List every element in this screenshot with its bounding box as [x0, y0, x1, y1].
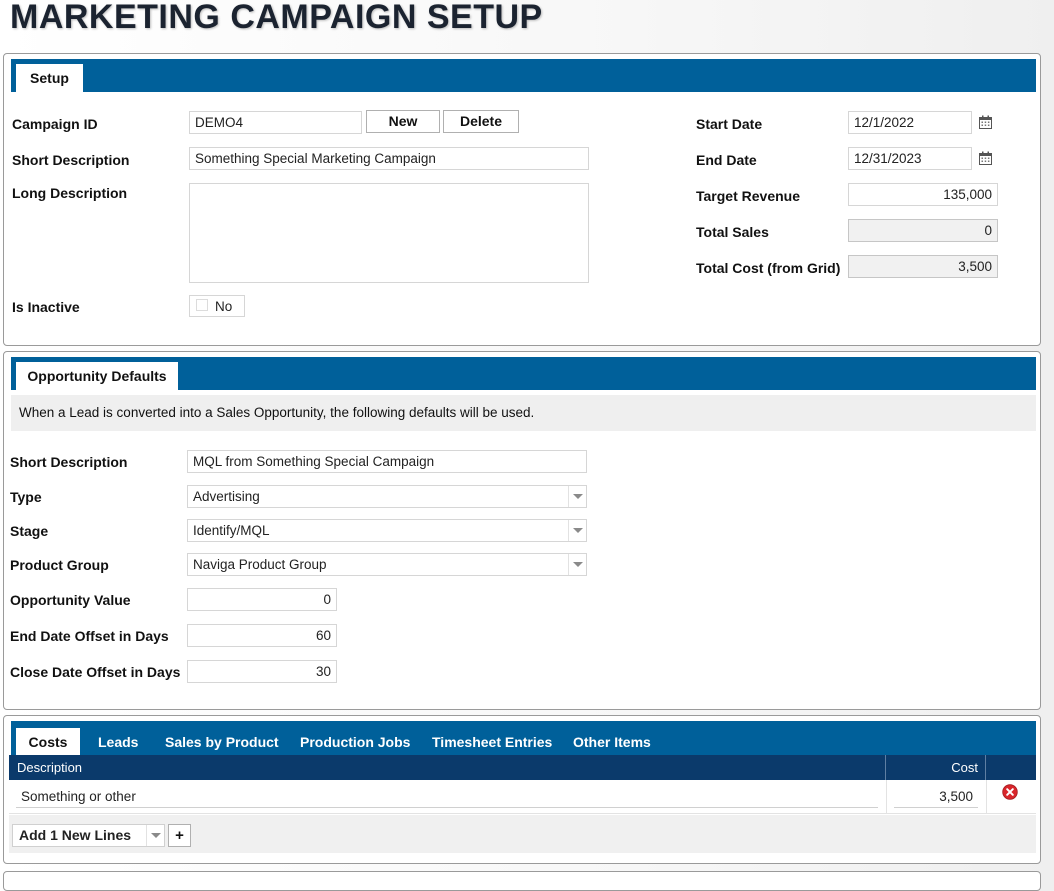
costs-panel: Costs Leads Sales by Product Production …: [3, 715, 1041, 864]
tab-timesheet-entries[interactable]: Timesheet Entries: [432, 728, 552, 756]
page-title: MARKETING CAMPAIGN SETUP: [10, 0, 543, 36]
is-inactive-value: No: [215, 299, 233, 314]
costs-grid-footer: Add 1 New Lines +: [9, 815, 1036, 853]
campaign-id-input[interactable]: DEMO4: [189, 111, 362, 134]
is-inactive-checkbox[interactable]: [196, 299, 208, 311]
calendar-icon[interactable]: [978, 115, 993, 130]
tab-sales-by-product[interactable]: Sales by Product: [165, 728, 279, 756]
column-header-description[interactable]: Description: [9, 755, 886, 780]
campaign-id-label: Campaign ID: [12, 116, 98, 132]
type-label: Type: [10, 489, 42, 505]
stage-label: Stage: [10, 523, 49, 539]
column-header-cost[interactable]: Cost: [886, 755, 986, 780]
setup-tabbar: Setup: [11, 59, 1036, 92]
long-description-label: Long Description: [12, 185, 128, 201]
close-date-offset-input[interactable]: 30: [187, 660, 337, 683]
end-date-label: End Date: [696, 152, 757, 168]
end-date-input[interactable]: 12/31/2023: [848, 147, 972, 170]
long-description-textarea[interactable]: [189, 183, 589, 283]
target-revenue-input[interactable]: 135,000: [848, 183, 998, 206]
setup-panel: Setup Campaign ID DEMO4 New Delete Short…: [3, 53, 1041, 346]
opportunity-value-input[interactable]: 0: [187, 588, 337, 611]
total-sales-value: 0: [848, 219, 998, 242]
is-inactive-label: Is Inactive: [12, 299, 80, 315]
row-description-input[interactable]: Something or other: [16, 786, 878, 808]
chevron-down-icon[interactable]: [568, 486, 586, 507]
tab-opportunity-defaults[interactable]: Opportunity Defaults: [16, 362, 178, 390]
target-revenue-label: Target Revenue: [696, 188, 800, 204]
opportunity-tabbar: Opportunity Defaults: [11, 357, 1036, 390]
stage-select-value: Identify/MQL: [193, 523, 270, 538]
product-group-select-value: Naviga Product Group: [193, 557, 327, 572]
end-date-offset-label: End Date Offset in Days: [10, 628, 169, 644]
tab-costs[interactable]: Costs: [16, 728, 80, 756]
product-group-label: Product Group: [10, 557, 109, 573]
delete-row-icon[interactable]: [1002, 784, 1018, 800]
add-lines-label: Add 1 New Lines: [19, 827, 132, 843]
type-select-value: Advertising: [193, 489, 260, 504]
start-date-label: Start Date: [696, 116, 763, 132]
total-cost-value: 3,500: [848, 255, 998, 278]
chevron-down-icon[interactable]: [568, 554, 586, 575]
tab-leads[interactable]: Leads: [98, 728, 138, 756]
delete-button[interactable]: Delete: [443, 110, 519, 133]
is-inactive-toggle[interactable]: No: [189, 295, 245, 317]
opportunity-info-bar: When a Lead is converted into a Sales Op…: [11, 395, 1036, 431]
start-date-input[interactable]: 12/1/2022: [848, 111, 972, 134]
add-lines-select[interactable]: Add 1 New Lines: [12, 824, 165, 847]
add-lines-button[interactable]: +: [168, 824, 191, 847]
new-button[interactable]: New: [366, 110, 440, 133]
calendar-icon[interactable]: [978, 151, 993, 166]
tab-other-items[interactable]: Other Items: [573, 728, 651, 756]
short-description-label: Short Description: [12, 152, 130, 168]
product-group-select[interactable]: Naviga Product Group: [187, 553, 587, 576]
table-row[interactable]: Something or other 3,500: [9, 780, 1036, 814]
stage-select[interactable]: Identify/MQL: [187, 519, 587, 542]
total-sales-label: Total Sales: [696, 224, 769, 240]
opp-short-description-label: Short Description: [10, 454, 128, 470]
chevron-down-icon[interactable]: [146, 825, 164, 846]
tab-production-jobs[interactable]: Production Jobs: [300, 728, 410, 756]
close-date-offset-label: Close Date Offset in Days: [10, 664, 181, 680]
next-panel-edge: [3, 871, 1041, 891]
type-select[interactable]: Advertising: [187, 485, 587, 508]
end-date-offset-input[interactable]: 60: [187, 624, 337, 647]
chevron-down-icon[interactable]: [568, 520, 586, 541]
row-cost-input[interactable]: 3,500: [894, 786, 978, 808]
opportunity-defaults-panel: Opportunity Defaults When a Lead is conv…: [3, 351, 1041, 710]
short-description-input[interactable]: Something Special Marketing Campaign: [189, 147, 589, 170]
total-cost-label: Total Cost (from Grid): [696, 260, 841, 276]
opportunity-value-label: Opportunity Value: [10, 592, 131, 608]
costs-tabbar: Costs Leads Sales by Product Production …: [11, 721, 1036, 756]
costs-grid-header: Description Cost: [9, 755, 1036, 780]
opp-short-description-input[interactable]: MQL from Something Special Campaign: [187, 450, 587, 473]
tab-setup[interactable]: Setup: [16, 64, 83, 92]
